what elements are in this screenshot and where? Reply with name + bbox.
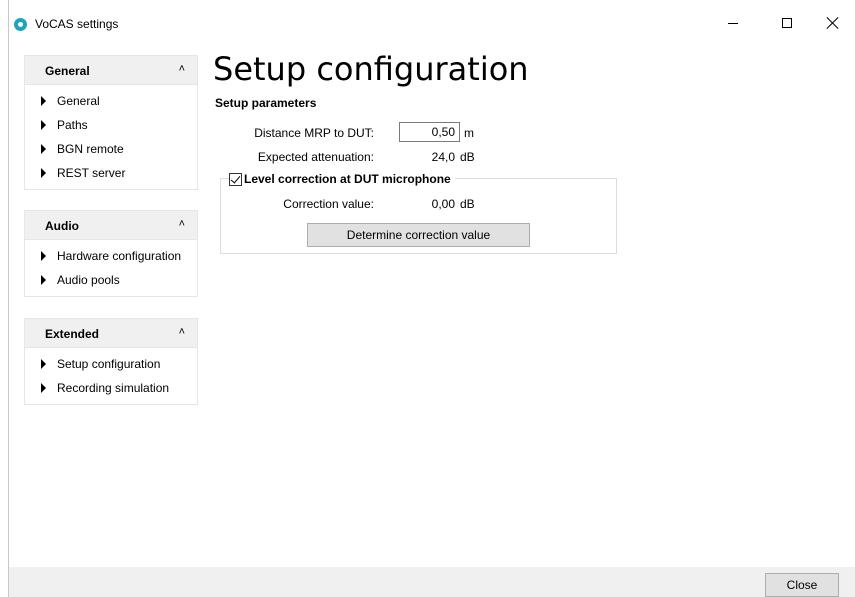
determine-correction-button[interactable]: Determine correction value xyxy=(307,223,530,247)
minimize-button[interactable] xyxy=(710,8,756,38)
distance-label: Distance MRP to DUT: xyxy=(254,126,374,140)
section-header-general[interactable]: General ˄ xyxy=(25,56,197,85)
correction-label: Correction value: xyxy=(283,197,374,211)
chevrons-up-icon[interactable]: ˄ xyxy=(179,63,185,75)
attenuation-unit: dB xyxy=(460,150,475,164)
sidebar-item-bgn-remote[interactable]: BGN remote xyxy=(25,137,197,161)
sidebar-item-label: General xyxy=(57,94,100,108)
attenuation-value: 24,0 xyxy=(431,150,455,164)
sidebar-item-label: Hardware configuration xyxy=(57,249,182,263)
chevrons-up-icon[interactable]: ˄ xyxy=(179,218,185,230)
chevrons-up-icon[interactable]: ˄ xyxy=(179,326,185,338)
sidebar-item-label: Setup configuration xyxy=(57,357,161,371)
minimize-icon xyxy=(728,22,738,24)
level-correction-label: Level correction at DUT microphone xyxy=(244,172,451,186)
caret-right-icon xyxy=(41,359,46,369)
sidebar-item-label: BGN remote xyxy=(57,142,124,156)
attenuation-label: Expected attenuation: xyxy=(257,150,374,164)
settings-window: VoCAS settings General ˄ General Paths B… xyxy=(8,0,855,597)
sidebar-section-general: General ˄ General Paths BGN remote REST … xyxy=(24,55,198,190)
close-button[interactable]: Close xyxy=(765,573,839,597)
sidebar-item-label: Audio pools xyxy=(57,273,120,287)
section-title: General xyxy=(45,64,90,78)
caret-right-icon xyxy=(41,383,46,393)
sidebar-item-recording-simulation[interactable]: Recording simulation xyxy=(25,376,197,400)
page-title: Setup configuration xyxy=(213,50,529,88)
caret-right-icon xyxy=(41,251,46,261)
distance-input[interactable]: 0,50 xyxy=(399,122,460,142)
caret-right-icon xyxy=(41,120,46,130)
sidebar-item-audio-pools[interactable]: Audio pools xyxy=(25,268,197,292)
caret-right-icon xyxy=(41,275,46,285)
caret-right-icon xyxy=(41,144,46,154)
setup-parameters-heading: Setup parameters xyxy=(215,96,317,110)
level-correction-checkbox[interactable] xyxy=(229,172,242,186)
section-title: Audio xyxy=(45,219,79,233)
sidebar-item-label: REST server xyxy=(57,166,126,180)
sidebar-item-label: Paths xyxy=(57,118,88,132)
footer-bar xyxy=(9,567,855,597)
section-header-extended[interactable]: Extended ˄ xyxy=(25,319,197,348)
maximize-icon xyxy=(782,18,792,28)
sidebar-item-setup-configuration[interactable]: Setup configuration xyxy=(25,352,197,376)
window-title: VoCAS settings xyxy=(35,17,119,31)
caret-right-icon xyxy=(41,96,46,106)
close-icon xyxy=(827,17,839,29)
sidebar-item-label: Recording simulation xyxy=(57,381,170,395)
section-header-audio[interactable]: Audio ˄ xyxy=(25,211,197,240)
app-logo-icon xyxy=(14,18,27,31)
section-title: Extended xyxy=(45,327,100,341)
sidebar-item-general[interactable]: General xyxy=(25,89,197,113)
close-window-button[interactable] xyxy=(810,8,855,38)
sidebar-item-hardware-configuration[interactable]: Hardware configuration xyxy=(25,244,197,268)
correction-unit: dB xyxy=(460,197,475,211)
distance-unit: m xyxy=(464,126,474,140)
maximize-button[interactable] xyxy=(764,8,810,38)
title-bar: VoCAS settings xyxy=(9,0,855,46)
sidebar-section-extended: Extended ˄ Setup configuration Recording… xyxy=(24,318,198,405)
sidebar-item-paths[interactable]: Paths xyxy=(25,113,197,137)
sidebar-section-audio: Audio ˄ Hardware configuration Audio poo… xyxy=(24,210,198,297)
sidebar-item-rest-server[interactable]: REST server xyxy=(25,161,197,185)
correction-value: 0,00 xyxy=(431,197,455,211)
level-correction-toggle[interactable]: Level correction at DUT microphone xyxy=(229,172,455,186)
caret-right-icon xyxy=(41,168,46,178)
